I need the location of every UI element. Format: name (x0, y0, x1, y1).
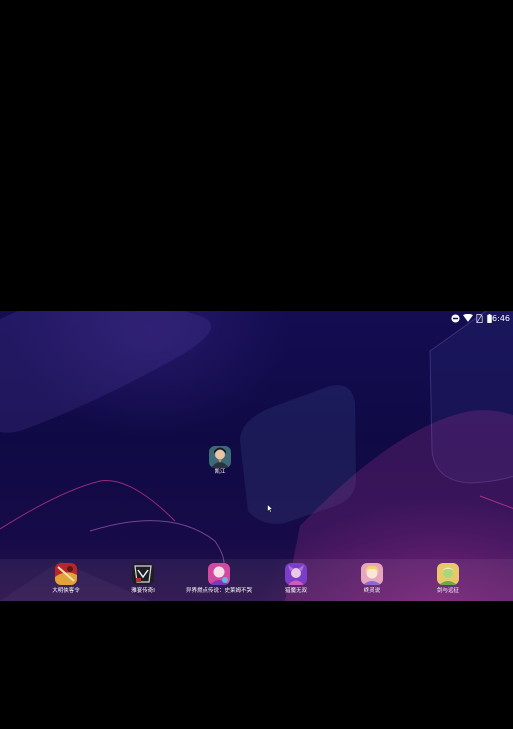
slime-legend-icon (208, 563, 230, 585)
dock-app[interactable]: 剑与远征 (408, 559, 488, 601)
app-label: 凯江 (214, 469, 226, 475)
status-clock: 6:46 (492, 314, 510, 323)
app-dock: 大明侠客令 雅宴传奇I 异界燃点传说：史莱姆不哭 猎魔无双 终灵说 剑与远征 (0, 559, 513, 601)
game-character-icon (209, 446, 231, 468)
desktop-app-shortcut[interactable]: 凯江 (205, 445, 235, 479)
afk-arena-icon (437, 563, 459, 585)
app-label: 剑与远征 (436, 588, 459, 594)
do-not-disturb-icon (451, 314, 460, 323)
zhongling-shuo-icon (361, 563, 383, 585)
mouse-cursor-icon (267, 504, 273, 513)
wifi-icon (463, 314, 473, 322)
wallpaper (0, 311, 513, 601)
status-bar: 6:46 (0, 311, 513, 327)
android-home-screen: 6:46 凯江 大明侠客令 雅宴传奇I 异界燃点传说：史莱姆不哭 猎魔无双 终灵… (0, 311, 513, 601)
no-sim-icon (476, 314, 483, 323)
yayan-chuanqi-icon (132, 563, 154, 585)
daming-xiakeling-icon (55, 563, 77, 585)
liemo-wushuang-icon (285, 563, 307, 585)
